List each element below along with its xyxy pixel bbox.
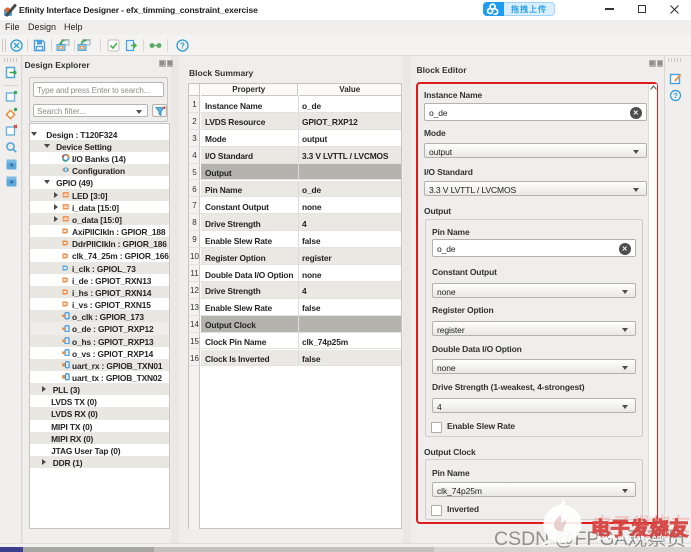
svg-text:?: ? — [673, 91, 678, 100]
svg-text:?: ? — [180, 42, 185, 51]
